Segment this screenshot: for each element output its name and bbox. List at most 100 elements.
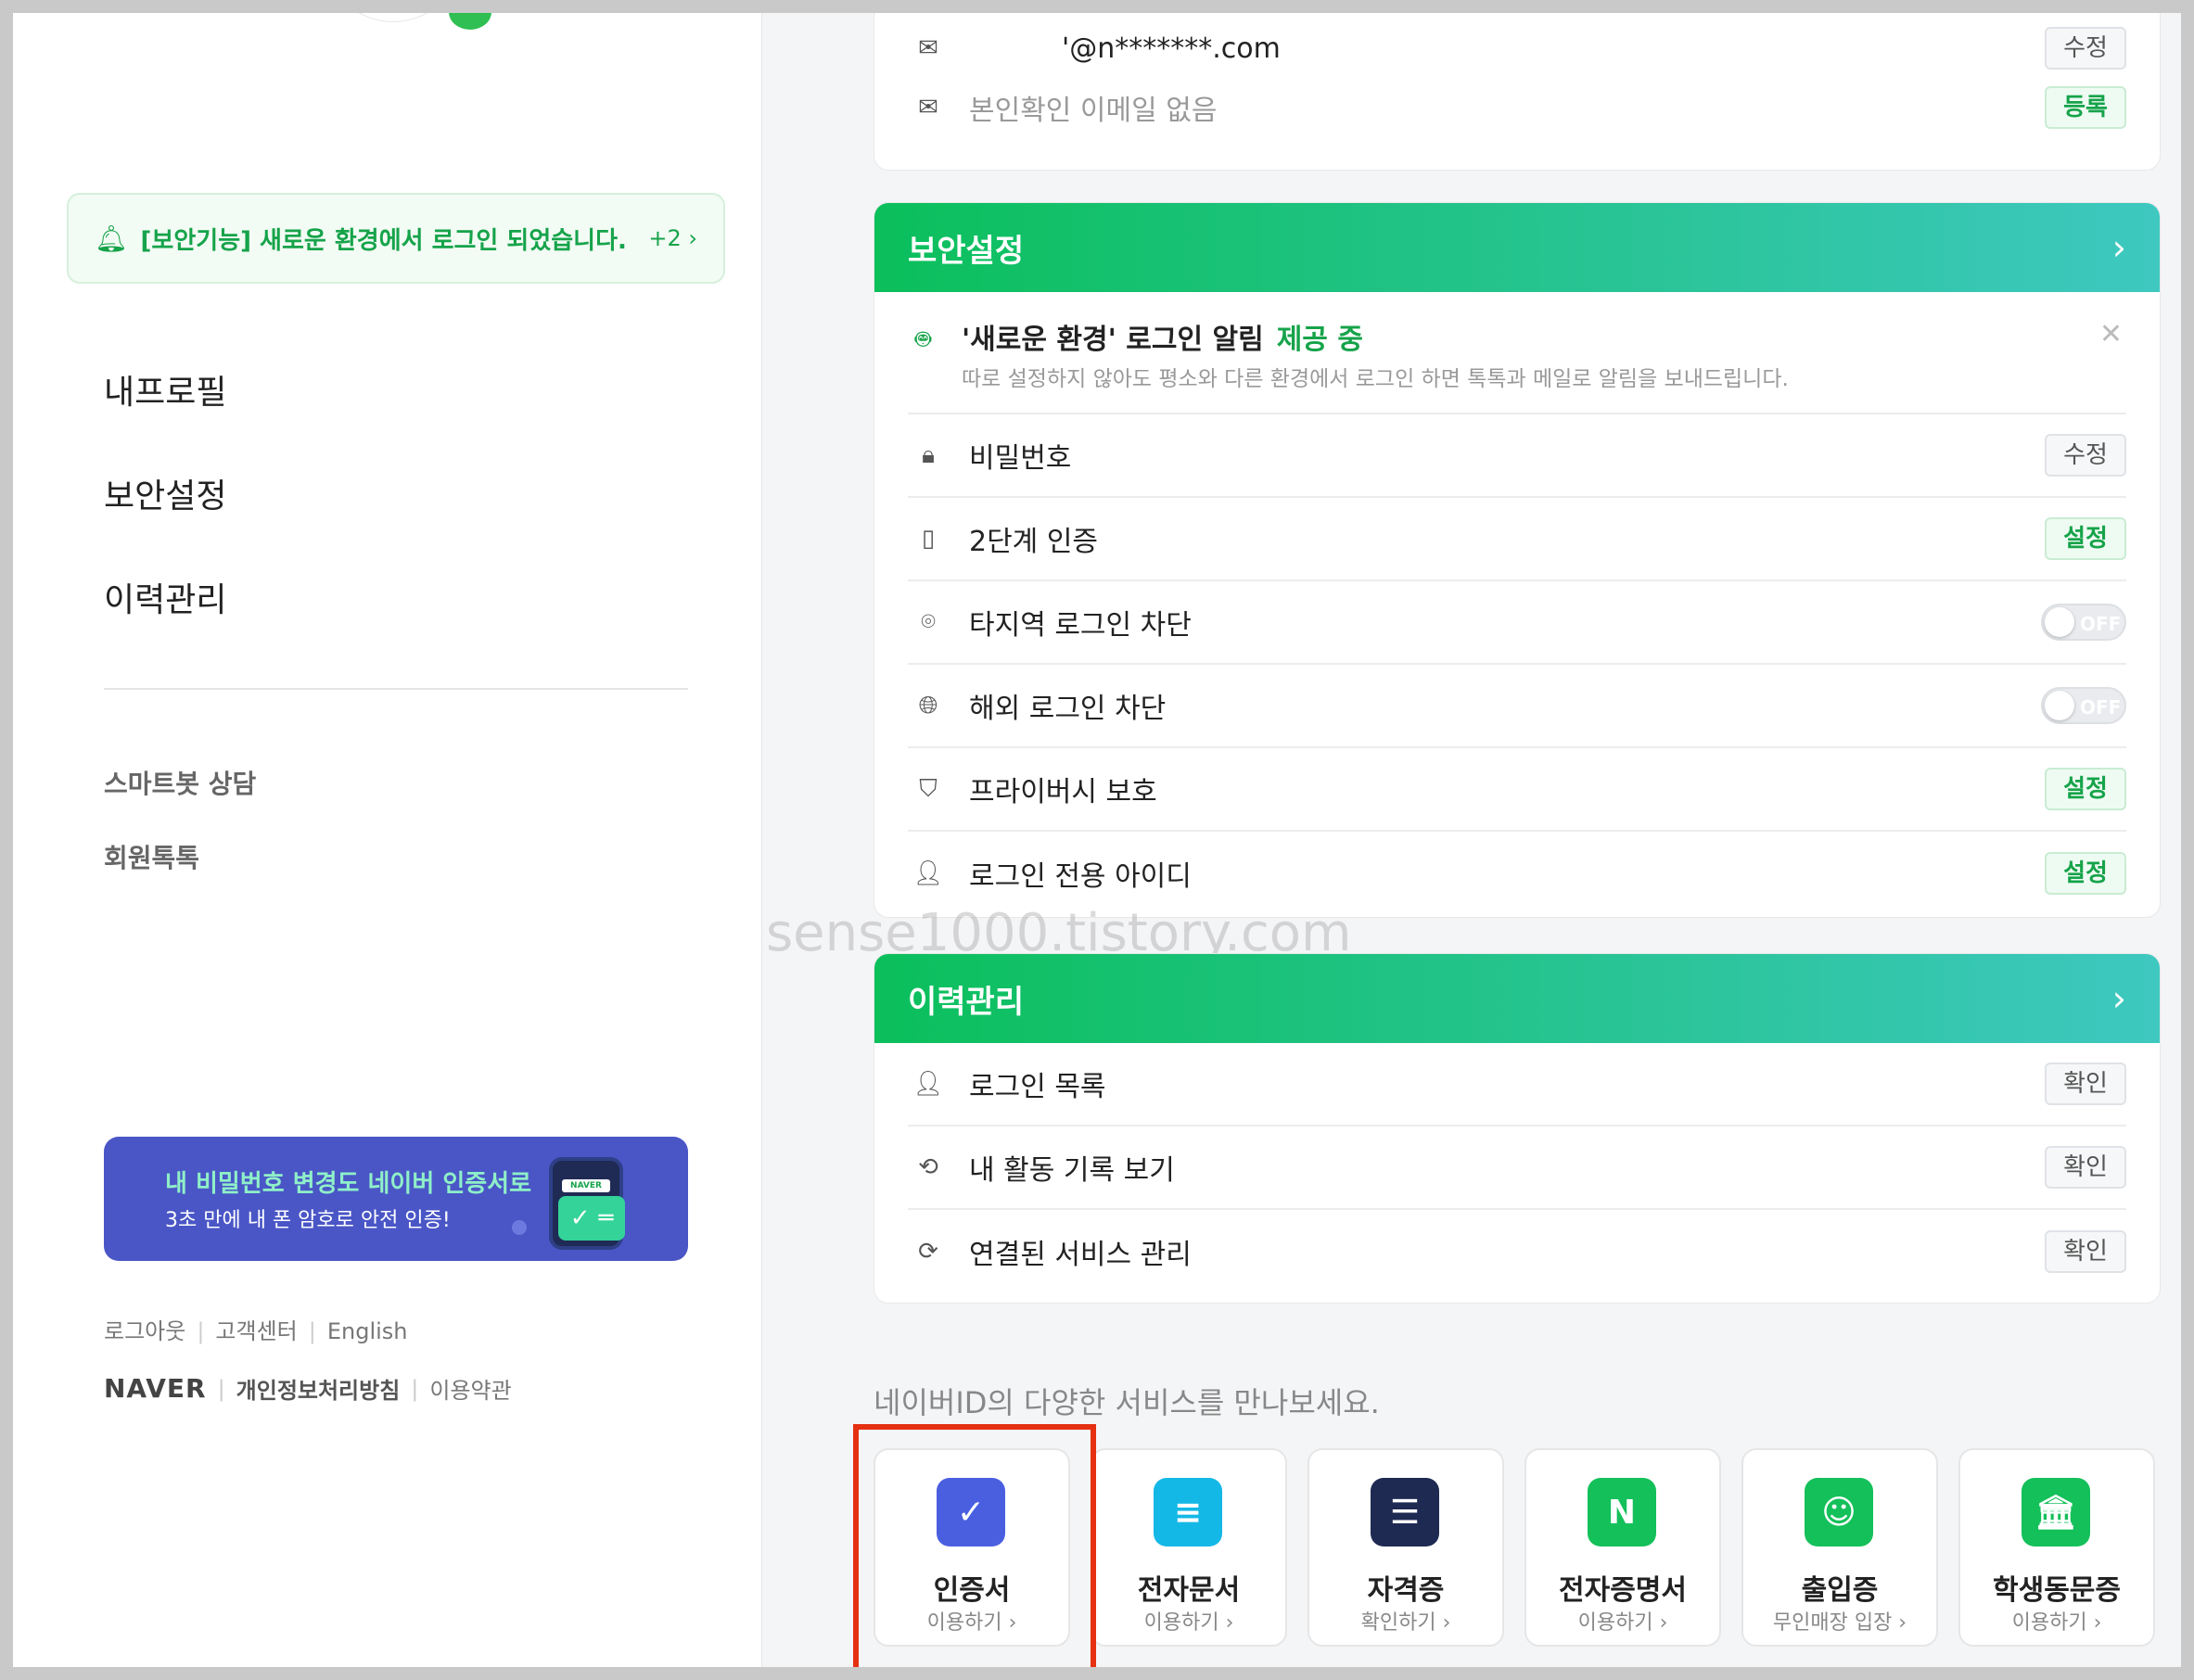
service-action: 이용하기 › — [1143, 1611, 1234, 1635]
security-header[interactable]: 보안설정 › — [874, 203, 2160, 292]
english-link[interactable]: English — [327, 1318, 408, 1344]
service-license[interactable]: ☰ 자격증 확인하기 › — [1307, 1448, 1504, 1647]
footer-links: 로그아웃 | 고객센터 | English — [104, 1318, 408, 1344]
overseas-block-label: 해외 로그인 차단 — [969, 693, 1167, 725]
page: 🔔︎ [보안기능] 새로운 환경에서 로그인 되었습니다. +2 › 내프로필 … — [13, 13, 2181, 1667]
privacy-setup-button[interactable]: 설정 — [2045, 768, 2126, 810]
history-card: 이력관리 › 👤︎ 로그인 목록 확인 ⟲ 내 활동 기록 보기 확인 ⟳ 연결… — [874, 953, 2161, 1304]
email-value: '@n*******.com — [1062, 32, 1281, 65]
logout-link[interactable]: 로그아웃 — [104, 1318, 185, 1344]
nav-divider — [104, 688, 688, 690]
service-pass[interactable]: ☺ 출입증 무인매장 입장 › — [1741, 1448, 1938, 1647]
chevron-right-icon[interactable]: › — [2112, 227, 2126, 268]
bell-icon: 🔔︎ — [95, 223, 128, 254]
smartbot-link[interactable]: 스마트봇 상담 — [104, 764, 256, 801]
banner-title: 내 비밀번호 변경도 네이버 인증서로 — [165, 1170, 532, 1198]
certificate-icon: ☰ — [1371, 1478, 1439, 1546]
user-lock-icon: 👤︎ — [912, 859, 944, 887]
security-card: 보안설정 › 🤖︎ '새로운 환경' 로그인 알림 제공 중 따로 설정하지 않아… — [874, 202, 2161, 918]
security-notice[interactable]: 🔔︎ [보안기능] 새로운 환경에서 로그인 되었습니다. +2 › — [67, 193, 725, 284]
avatar-badge — [449, 13, 491, 30]
service-action: 이용하기 › — [2011, 1611, 2102, 1635]
footer-legal: NAVER | 개인정보처리방침 | 이용약관 — [104, 1372, 512, 1405]
n-document-icon: N — [1588, 1478, 1656, 1546]
shield-check-icon: ✓ ═ — [558, 1196, 625, 1241]
alert-status: 제공 중 — [1276, 324, 1363, 356]
mail-icon: ✉︎ — [918, 94, 938, 121]
overseas-block-toggle[interactable]: OFF — [2041, 687, 2126, 724]
nav-item-security[interactable]: 보안설정 — [104, 445, 226, 549]
service-action: 확인하기 › — [1360, 1611, 1451, 1635]
notice-text: [보안기능] 새로운 환경에서 로그인 되었습니다. — [140, 226, 627, 255]
user-list-icon: 👤︎ — [912, 1070, 944, 1098]
id-card-icon: ☺ — [1805, 1478, 1873, 1546]
nav-item-profile[interactable]: 내프로필 — [104, 341, 226, 445]
certificate-banner[interactable]: 내 비밀번호 변경도 네이버 인증서로 3초 만에 내 폰 암호로 안전 인증!… — [104, 1137, 688, 1261]
region-block-toggle[interactable]: OFF — [2041, 604, 2126, 641]
service-action: 이용하기 › — [1577, 1611, 1668, 1635]
privacy-link[interactable]: 개인정보처리방침 — [236, 1372, 401, 1405]
avatar[interactable] — [328, 13, 458, 22]
overseas-block-row: 🌐︎ 해외 로그인 차단 OFF — [908, 665, 2126, 748]
left-panel: 🔔︎ [보안기능] 새로운 환경에서 로그인 되었습니다. +2 › 내프로필 … — [13, 13, 762, 1667]
history-clock-icon: ⟲ — [918, 1153, 938, 1181]
register-email-button[interactable]: 등록 — [2045, 86, 2126, 129]
service-name: 전자문서 — [1137, 1574, 1241, 1607]
nav-item-history[interactable]: 이력관리 — [104, 549, 226, 653]
history-header[interactable]: 이력관리 › — [874, 954, 2160, 1043]
login-list-row: 👤︎ 로그인 목록 확인 — [908, 1043, 2126, 1126]
alert-description: 따로 설정하지 않아도 평소와 다른 환경에서 로그인 하면 톡톡과 메일로 알… — [962, 367, 1789, 391]
verify-email-row: ✉︎ 본인확인 이메일 없음 등록 — [908, 78, 2126, 137]
terms-link[interactable]: 이용약관 — [429, 1372, 511, 1405]
two-step-setup-button[interactable]: 설정 — [2045, 517, 2126, 560]
connected-services-row: ⟳ 연결된 서비스 관리 확인 — [908, 1210, 2126, 1293]
privacy-label: 프라이버시 보호 — [969, 776, 1157, 808]
login-id-label: 로그인 전용 아이디 — [969, 860, 1192, 893]
privacy-row: ⛉ 프라이버시 보호 설정 — [908, 748, 2126, 832]
banner-subtitle: 3초 만에 내 폰 암호로 안전 인증! — [165, 1209, 451, 1232]
chevron-right-icon[interactable]: › — [2112, 978, 2126, 1019]
password-row: 🔒︎ 비밀번호 수정 — [908, 414, 2126, 498]
service-name: 학생동문증 — [1993, 1574, 2121, 1607]
login-list-button[interactable]: 확인 — [2045, 1063, 2126, 1105]
naver-logo[interactable]: NAVER — [104, 1373, 207, 1404]
talktalk-link[interactable]: 회원톡톡 — [104, 838, 199, 875]
password-label: 비밀번호 — [969, 442, 1072, 475]
edit-password-button[interactable]: 수정 — [2045, 434, 2126, 477]
login-list-label: 로그인 목록 — [969, 1071, 1106, 1103]
document-icon: ≡ — [1154, 1478, 1222, 1546]
mail-icon: ✉︎ — [918, 34, 938, 62]
phone-lock-icon: ▯ — [921, 525, 936, 553]
activity-button[interactable]: 확인 — [2045, 1146, 2126, 1189]
help-center-link[interactable]: 고객센터 — [215, 1318, 297, 1344]
service-e-document[interactable]: ≡ 전자문서 이용하기 › — [1091, 1448, 1287, 1647]
school-icon: 🏛︎ — [2022, 1478, 2090, 1546]
edit-email-button[interactable]: 수정 — [2045, 27, 2126, 70]
verify-email-text: 본인확인 이메일 없음 — [969, 95, 1218, 127]
service-student-id[interactable]: 🏛︎ 학생동문증 이용하기 › — [1958, 1448, 2155, 1647]
notice-more-link[interactable]: +2 › — [648, 225, 697, 251]
contact-card: ✉︎ '@n*******.com 수정 ✉︎ 본인확인 이메일 없음 등록 — [874, 13, 2161, 171]
region-block-label: 타지역 로그인 차단 — [969, 609, 1192, 642]
close-icon[interactable]: ✕ — [2099, 318, 2123, 350]
side-nav: 내프로필 보안설정 이력관리 — [104, 341, 226, 653]
globe-icon: 🌐︎ — [918, 691, 938, 719]
connected-services-button[interactable]: 확인 — [2045, 1230, 2126, 1273]
activity-label: 내 활동 기록 보기 — [969, 1154, 1175, 1187]
service-name: 전자증명서 — [1559, 1574, 1687, 1607]
two-step-label: 2단계 인증 — [969, 526, 1099, 558]
location-pin-icon: ⌾ — [921, 607, 936, 636]
history-title: 이력관리 — [908, 983, 1025, 1021]
shield-icon: ⛉ — [919, 774, 938, 803]
connected-services-label: 연결된 서비스 관리 — [969, 1239, 1192, 1271]
service-action: 무인매장 입장 › — [1772, 1611, 1907, 1635]
phone-label: NAVER — [562, 1179, 610, 1192]
login-alert-row: 🤖︎ '새로운 환경' 로그인 알림 제공 중 따로 설정하지 않아도 평소와 다… — [908, 292, 2126, 414]
service-name: 출입증 — [1801, 1574, 1879, 1607]
region-block-row: ⌾ 타지역 로그인 차단 OFF — [908, 581, 2126, 665]
highlight-box — [853, 1424, 1096, 1667]
service-e-certificate[interactable]: N 전자증명서 이용하기 › — [1524, 1448, 1721, 1647]
login-id-setup-button[interactable]: 설정 — [2045, 852, 2126, 895]
service-name: 자격증 — [1367, 1574, 1445, 1607]
robot-icon: 🤖︎ — [915, 324, 931, 354]
